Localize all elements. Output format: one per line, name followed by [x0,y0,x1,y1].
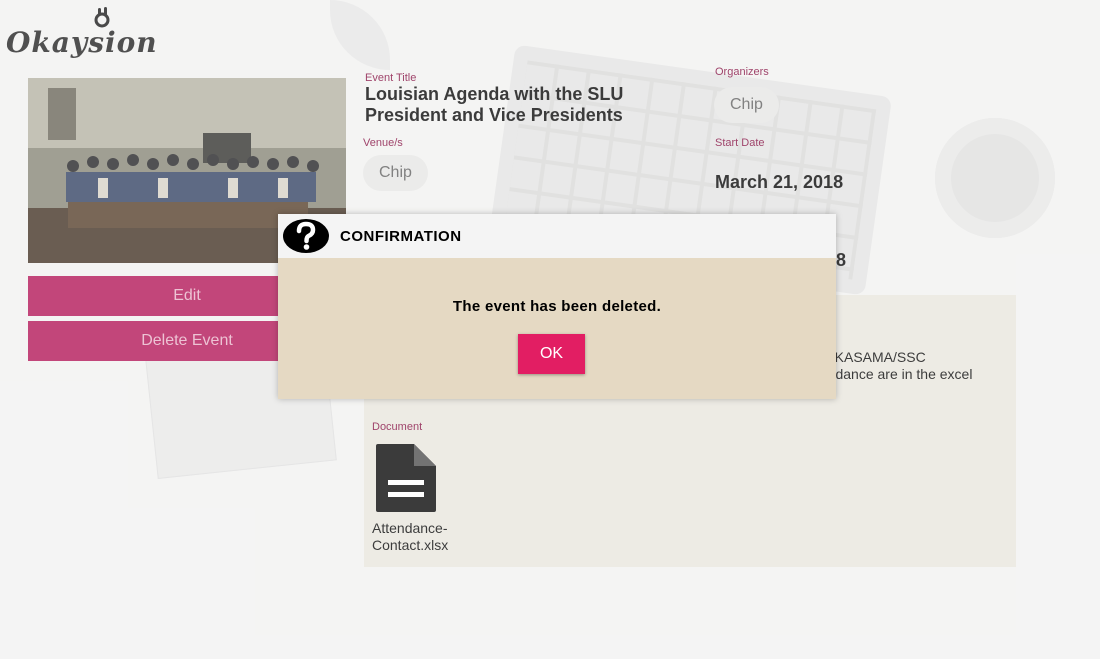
ok-button[interactable]: OK [518,334,585,374]
dialog-title: CONFIRMATION [340,227,462,245]
question-icon [283,219,329,253]
confirmation-dialog: CONFIRMATION The event has been deleted.… [278,214,836,399]
dialog-message: The event has been deleted. [452,298,662,315]
dialog-header: CONFIRMATION [278,214,836,258]
